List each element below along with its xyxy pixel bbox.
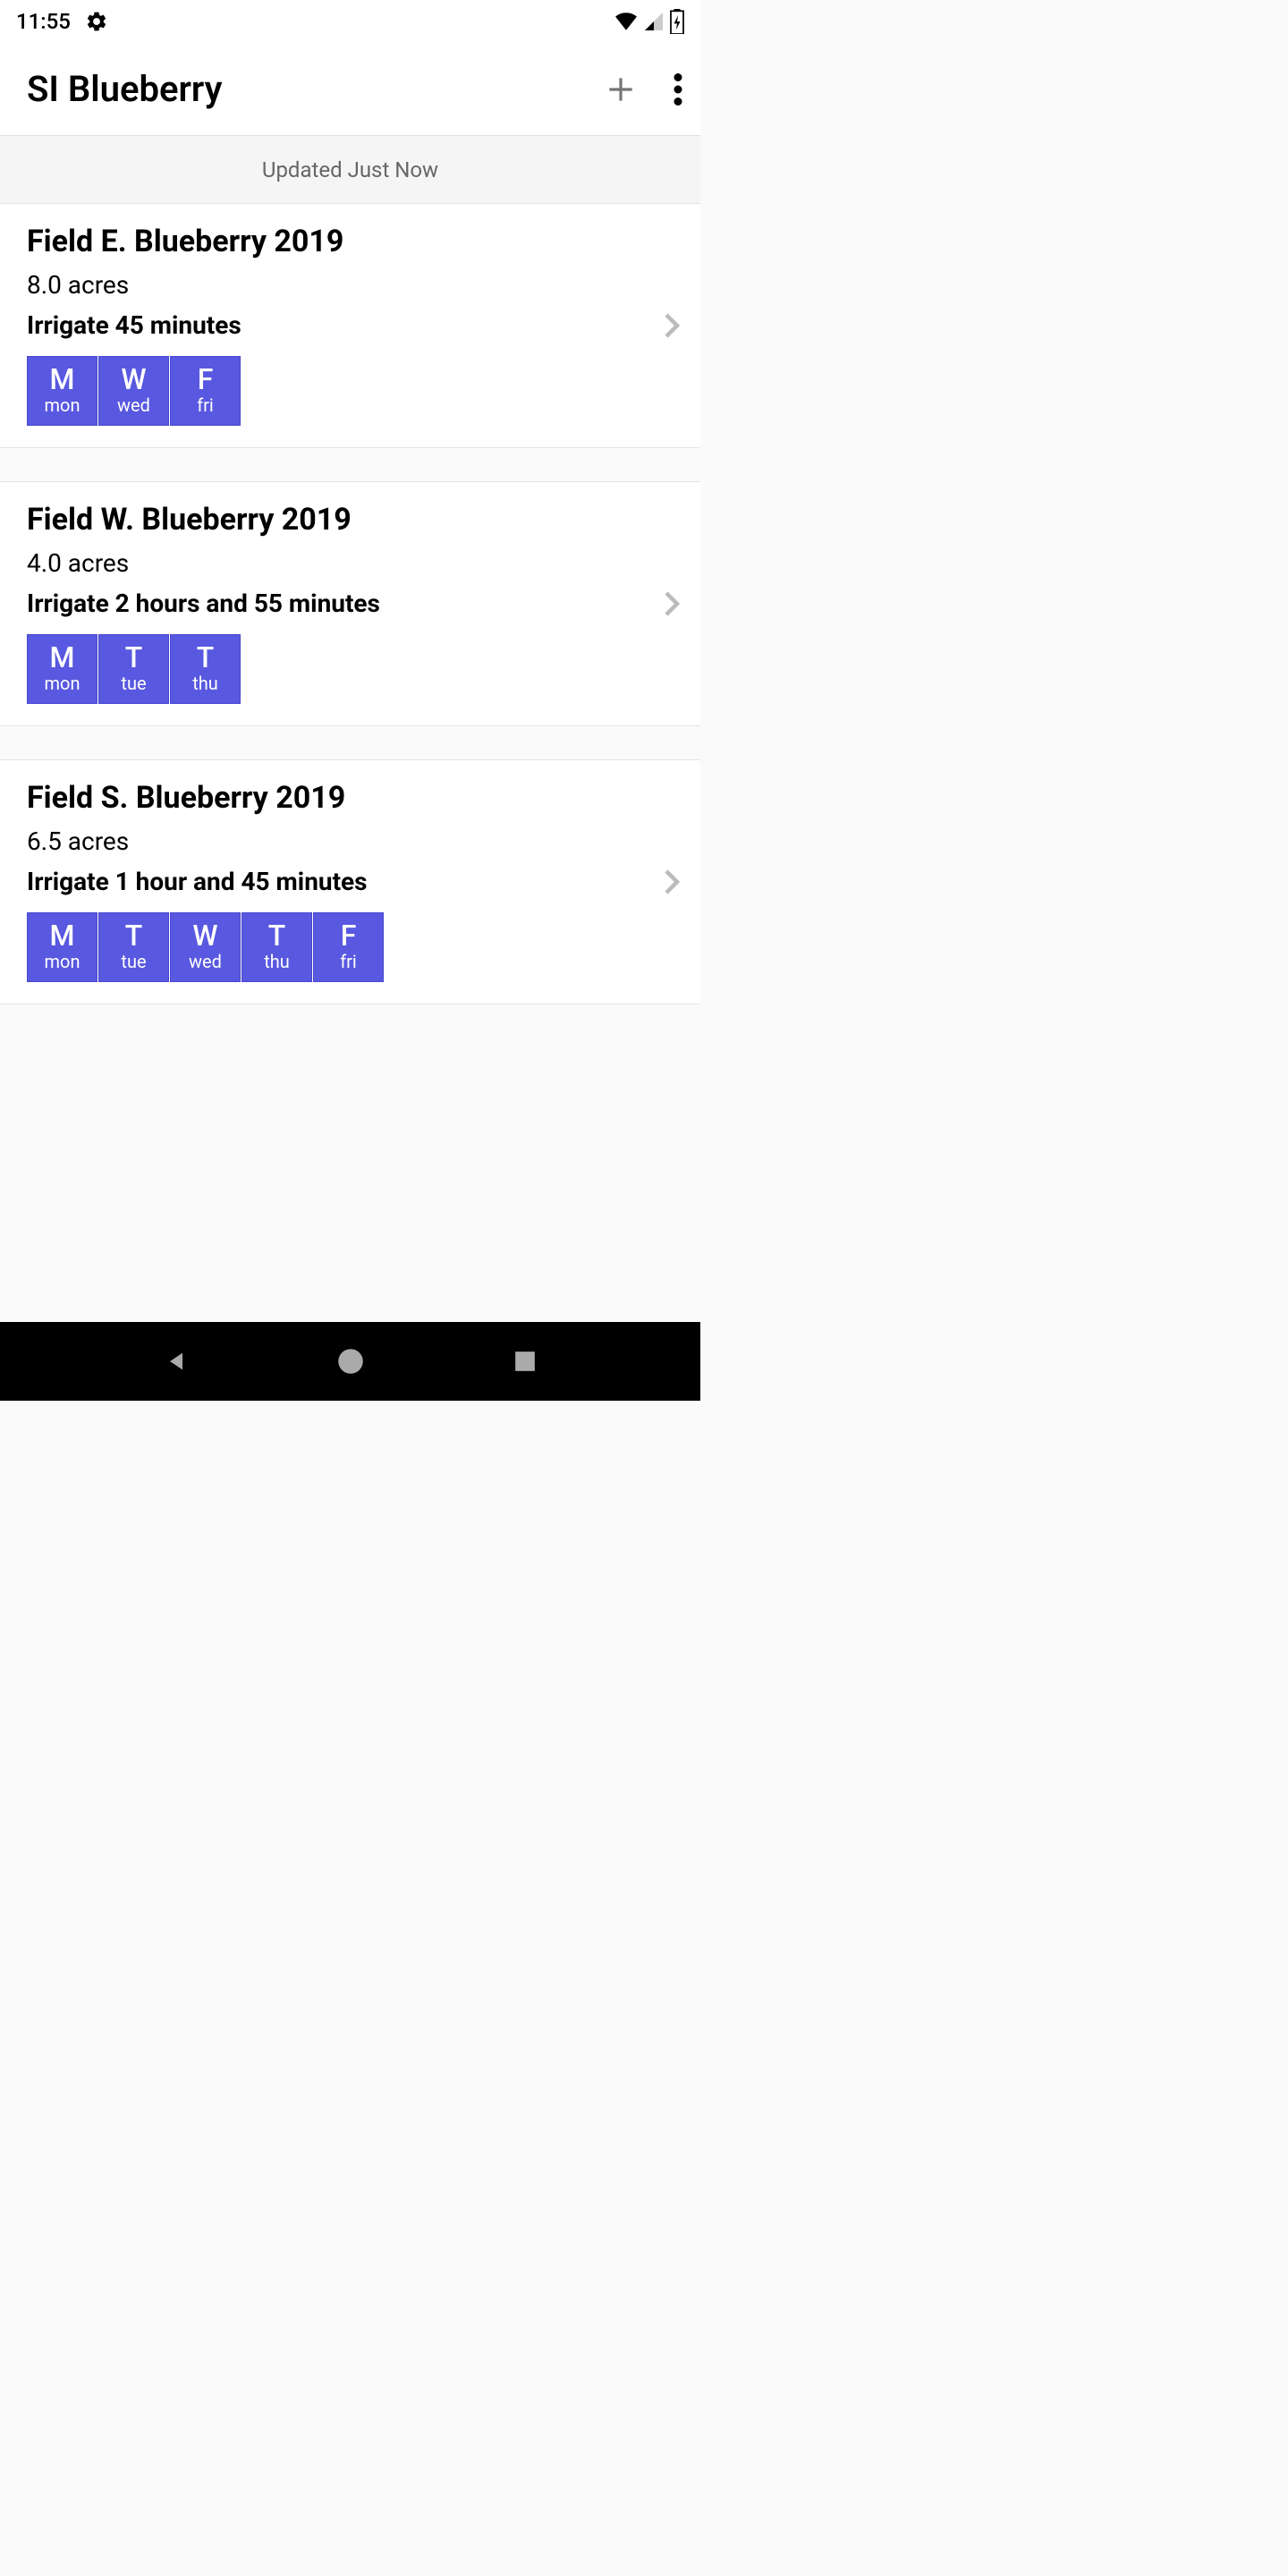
field-card[interactable]: Field W. Blueberry 2019 4.0 acres Irrigate… [0, 482, 700, 726]
field-name: Field S. Blueberry 2019 [27, 780, 674, 816]
chevron-right-icon [663, 312, 681, 339]
day-chip: Ffri [170, 356, 241, 426]
app-title: SI Blueberry [27, 68, 604, 110]
status-bar-left: 11:55 [16, 9, 108, 34]
chevron-right-icon [663, 590, 681, 617]
field-spacer [0, 726, 700, 760]
update-banner: Updated Just Now [0, 136, 700, 204]
nav-home-button[interactable] [337, 1348, 364, 1375]
day-chip-name: tue [121, 672, 146, 695]
battery-charging-icon [670, 9, 684, 34]
status-time: 11:55 [16, 9, 71, 34]
cellular-signal-icon [643, 11, 665, 32]
settings-gear-icon [85, 10, 108, 33]
day-chip-name: thu [264, 950, 290, 973]
day-chip-letter: W [192, 921, 217, 950]
day-chip: Ttue [98, 912, 169, 982]
day-chip-name: mon [45, 950, 80, 973]
day-chip-letter: T [125, 921, 143, 950]
status-bar-right [614, 9, 684, 34]
day-chip-letter: F [341, 921, 357, 950]
day-chip-name: wed [189, 950, 222, 973]
day-chip: Wwed [98, 356, 169, 426]
update-text: Updated Just Now [262, 157, 438, 182]
day-chip-letter: M [50, 365, 75, 394]
day-chip-name: tue [121, 950, 146, 973]
day-chip: Tthu [242, 912, 312, 982]
day-chip: Mmon [27, 634, 97, 704]
field-acres: 4.0 acres [27, 548, 674, 578]
field-name: Field E. Blueberry 2019 [27, 224, 674, 259]
field-spacer [0, 448, 700, 482]
app-bar-actions [604, 72, 682, 106]
content-area[interactable]: Field E. Blueberry 2019 8.0 acres Irrigate… [0, 204, 700, 1322]
more-options-button[interactable] [674, 73, 682, 106]
field-card[interactable]: Field E. Blueberry 2019 8.0 acres Irrigate… [0, 204, 700, 448]
nav-recent-button[interactable] [513, 1350, 537, 1373]
field-name: Field W. Blueberry 2019 [27, 502, 674, 538]
day-chip: Tthu [170, 634, 241, 704]
day-chip: Mmon [27, 912, 97, 982]
field-irrigate-label: Irrigate 2 hours and 55 minutes [27, 589, 674, 618]
day-chip-letter: F [198, 365, 214, 394]
nav-back-button[interactable] [164, 1349, 189, 1374]
chevron-right-icon [663, 869, 681, 895]
day-chip-letter: T [197, 643, 215, 672]
day-chips: MmonTtueTthu [27, 634, 674, 704]
day-chip-name: wed [117, 394, 150, 417]
day-chip-name: thu [192, 672, 218, 695]
app-bar: SI Blueberry [0, 43, 700, 136]
day-chip: Ffri [313, 912, 384, 982]
day-chip: Mmon [27, 356, 97, 426]
day-chip: Ttue [98, 634, 169, 704]
add-button[interactable] [604, 72, 638, 106]
day-chip-letter: T [125, 643, 143, 672]
day-chip-name: fri [197, 394, 214, 417]
wifi-icon [614, 13, 638, 30]
day-chip-name: mon [45, 672, 80, 695]
status-bar: 11:55 [0, 0, 700, 43]
day-chip: Wwed [170, 912, 241, 982]
day-chip-name: mon [45, 394, 80, 417]
day-chip-letter: W [121, 365, 146, 394]
day-chips: MmonWwedFfri [27, 356, 674, 426]
field-card[interactable]: Field S. Blueberry 2019 6.5 acres Irrigate… [0, 760, 700, 1004]
day-chip-name: fri [340, 950, 357, 973]
field-irrigate-label: Irrigate 1 hour and 45 minutes [27, 867, 674, 896]
field-acres: 6.5 acres [27, 826, 674, 856]
field-irrigate-label: Irrigate 45 minutes [27, 310, 674, 340]
day-chip-letter: M [50, 643, 75, 672]
day-chip-letter: M [50, 921, 75, 950]
field-acres: 8.0 acres [27, 270, 674, 300]
day-chip-letter: T [268, 921, 286, 950]
navigation-bar [0, 1322, 700, 1401]
day-chips: MmonTtueWwedTthuFfri [27, 912, 674, 982]
